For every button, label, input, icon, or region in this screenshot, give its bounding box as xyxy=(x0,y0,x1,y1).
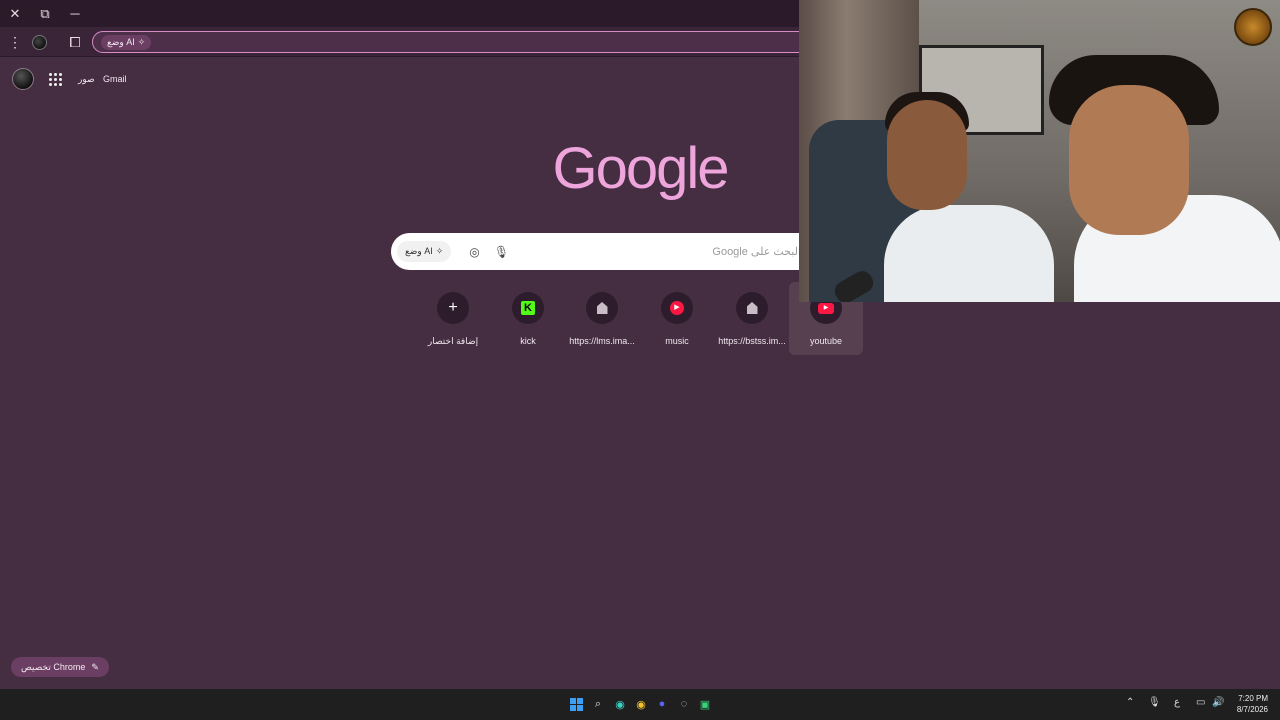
search-ai-mode-button[interactable]: وضع AI ✧ xyxy=(397,241,452,262)
shortcut-music[interactable]: ▶ music xyxy=(640,282,714,355)
customize-chrome-label: تخصيص Chrome xyxy=(21,662,86,672)
shortcut-add[interactable]: + إضافة اختصار xyxy=(416,282,490,355)
shortcut-bstss[interactable]: https://bstss.im... xyxy=(715,282,789,355)
youtube-music-icon: ▶ xyxy=(661,292,693,324)
chevron-up-icon[interactable]: ⌃ xyxy=(1126,697,1134,708)
profile-button[interactable] xyxy=(28,31,50,53)
clock[interactable]: 7:20 PM 8/7/2026 xyxy=(1237,693,1268,715)
search-icon[interactable]: ⌕ xyxy=(590,696,606,712)
time: 7:20 PM xyxy=(1238,694,1268,703)
discord-icon[interactable]: ● xyxy=(654,696,670,712)
avatar xyxy=(31,34,47,50)
customize-chrome-button[interactable]: تخصيص Chrome ✎ xyxy=(11,657,109,677)
menu-kebab-icon[interactable]: ⋮ xyxy=(4,31,26,53)
shortcut-lms[interactable]: https://lms.ima... xyxy=(565,282,639,355)
network-icon[interactable]: ▭ xyxy=(1196,697,1205,708)
shortcut-label: https://lms.ima... xyxy=(569,336,635,346)
google-lens-icon[interactable]: ◎ xyxy=(465,242,484,261)
terminal-icon[interactable]: ▣ xyxy=(697,696,713,712)
volume-icon[interactable]: 🔊 xyxy=(1212,697,1224,708)
home-icon xyxy=(586,292,618,324)
home-icon xyxy=(736,292,768,324)
omnibox-ai-mode-chip[interactable]: وضع AI ✧ xyxy=(101,35,152,50)
pencil-icon: ✎ xyxy=(91,662,99,672)
shortcut-label: music xyxy=(665,336,689,346)
shortcut-label: youtube xyxy=(809,336,843,346)
kick-icon: K xyxy=(512,292,544,324)
shortcut-label: kick xyxy=(520,336,536,346)
account-avatar[interactable] xyxy=(12,68,34,90)
start-icon[interactable] xyxy=(568,696,584,712)
app-icon[interactable]: ◌ xyxy=(676,696,692,712)
chrome-icon[interactable]: ◉ xyxy=(633,696,649,712)
sparkle-search-icon: ✧ xyxy=(435,246,444,256)
plus-icon: + xyxy=(437,292,469,324)
omnibox-ai-mode-label: وضع AI xyxy=(107,37,135,47)
search-ai-mode-label: وضع AI xyxy=(405,246,433,256)
date: 8/7/2026 xyxy=(1236,705,1268,714)
microphone-icon[interactable]: 🎙 xyxy=(492,242,511,261)
edge-icon[interactable]: ◉ xyxy=(612,696,628,712)
shortcut-label: إضافة اختصار xyxy=(427,336,479,346)
close-icon[interactable]: ✕ xyxy=(0,0,30,27)
minimize-icon[interactable]: ─ xyxy=(60,0,90,27)
taskbar: ⌕ ◉ ◉ ● ◌ ▣ ⌃ 🎙 ع ▭ 🔊 7:20 PM 8/7/2026 xyxy=(0,689,1280,720)
shortcut-label: https://bstss.im... xyxy=(718,336,786,346)
google-apps-icon[interactable] xyxy=(46,70,64,88)
omnibox[interactable]: وضع AI ✧ xyxy=(92,31,812,53)
restore-icon[interactable]: ⧉ xyxy=(30,0,60,27)
shortcut-kick[interactable]: K kick xyxy=(491,282,565,355)
microphone-icon[interactable]: 🎙 xyxy=(1148,697,1161,708)
language-indicator[interactable]: ع xyxy=(1174,697,1180,708)
extensions-icon[interactable]: ⧠ xyxy=(64,31,86,53)
gmail-link[interactable]: Gmail xyxy=(103,74,127,84)
search-box[interactable]: وضع AI ✧ ◎ 🎙 البحث على Google xyxy=(391,233,861,270)
webcam-overlay xyxy=(799,0,1280,302)
images-link[interactable]: صور xyxy=(78,74,95,85)
search-placeholder: البحث على Google xyxy=(712,246,801,258)
google-logo: Google xyxy=(552,136,729,201)
lion-logo xyxy=(1234,8,1272,46)
sparkle-search-icon: ✧ xyxy=(137,37,146,47)
